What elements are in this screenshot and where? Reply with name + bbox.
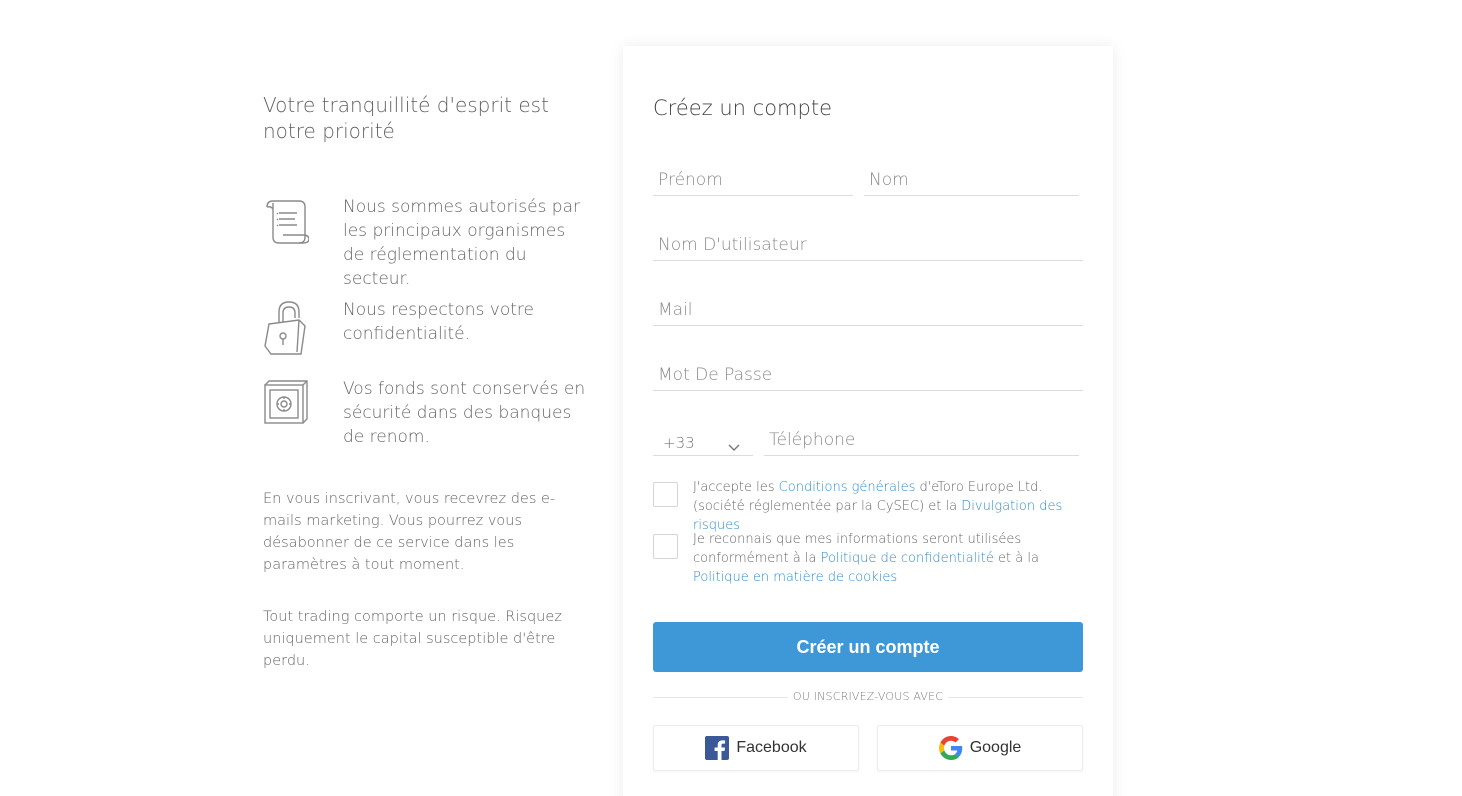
country-code-value: +33: [663, 434, 695, 452]
google-icon: [938, 736, 963, 760]
feature-privacy-text: Nous respectons votre confidentialité.: [343, 300, 534, 344]
privacy-text: Je reconnais que mes informations seront…: [693, 530, 1073, 587]
google-signup-button[interactable]: Google: [877, 725, 1083, 771]
signup-page: Votre tranquillité d'esprit est notre pr…: [0, 0, 1462, 796]
google-label: Google: [969, 739, 1022, 756]
risk-warning: Tout trading comporte un risque. Risquez…: [263, 609, 562, 669]
signup-card: Créez un compte +33: [623, 46, 1113, 796]
marketing-note: En vous inscrivant, vous recevrez des e-…: [263, 491, 556, 573]
divider-line-right: [948, 697, 1083, 698]
chevron-down-icon: [727, 438, 741, 451]
terms-link[interactable]: Conditions générales: [779, 480, 916, 495]
privacy-policy-link[interactable]: Politique de confidentialité: [821, 551, 994, 566]
scroll-icon: [263, 195, 310, 251]
cookie-policy-link[interactable]: Politique en matière de cookies: [693, 570, 897, 585]
country-code-select[interactable]: +33: [653, 414, 753, 456]
terms-text: J'accepte les Conditions générales d'eTo…: [693, 478, 1073, 535]
info-headline: Votre tranquillité d'esprit est notre pr…: [263, 93, 549, 143]
feature-regulated-text: Nous sommes autorisés par les principaux…: [343, 197, 580, 289]
phone-input[interactable]: [764, 414, 1079, 455]
privacy-checkbox[interactable]: [653, 534, 678, 559]
first-name-field: [653, 154, 853, 196]
last-name-input[interactable]: [864, 154, 1079, 195]
facebook-label: Facebook: [736, 739, 807, 756]
facebook-signup-button[interactable]: Facebook: [653, 725, 859, 771]
email-input[interactable]: [653, 284, 1083, 325]
create-account-button[interactable]: Créer un compte: [653, 622, 1083, 672]
feature-safe-funds-text: Vos fonds sont conservés en sécurité dan…: [343, 379, 586, 447]
info-panel: Votre tranquillité d'esprit est notre pr…: [263, 92, 593, 669]
username-input[interactable]: [653, 219, 1083, 260]
phone-field: [764, 414, 1079, 456]
last-name-field: [864, 154, 1079, 196]
facebook-icon: [705, 736, 730, 760]
first-name-input[interactable]: [653, 154, 853, 195]
email-field: [653, 284, 1083, 326]
password-input[interactable]: [653, 349, 1083, 390]
password-field: [653, 349, 1083, 391]
social-divider: OU INSCRIVEZ-VOUS AVEC: [653, 689, 1083, 705]
privacy-text-middle: et à la: [993, 551, 1039, 566]
form-title: Créez un compte: [653, 96, 833, 120]
padlock-icon: [263, 298, 309, 355]
terms-text-prefix: J'accepte les: [693, 480, 779, 495]
terms-checkbox[interactable]: [653, 482, 678, 507]
username-field: [653, 219, 1083, 261]
safe-icon: [263, 377, 309, 433]
